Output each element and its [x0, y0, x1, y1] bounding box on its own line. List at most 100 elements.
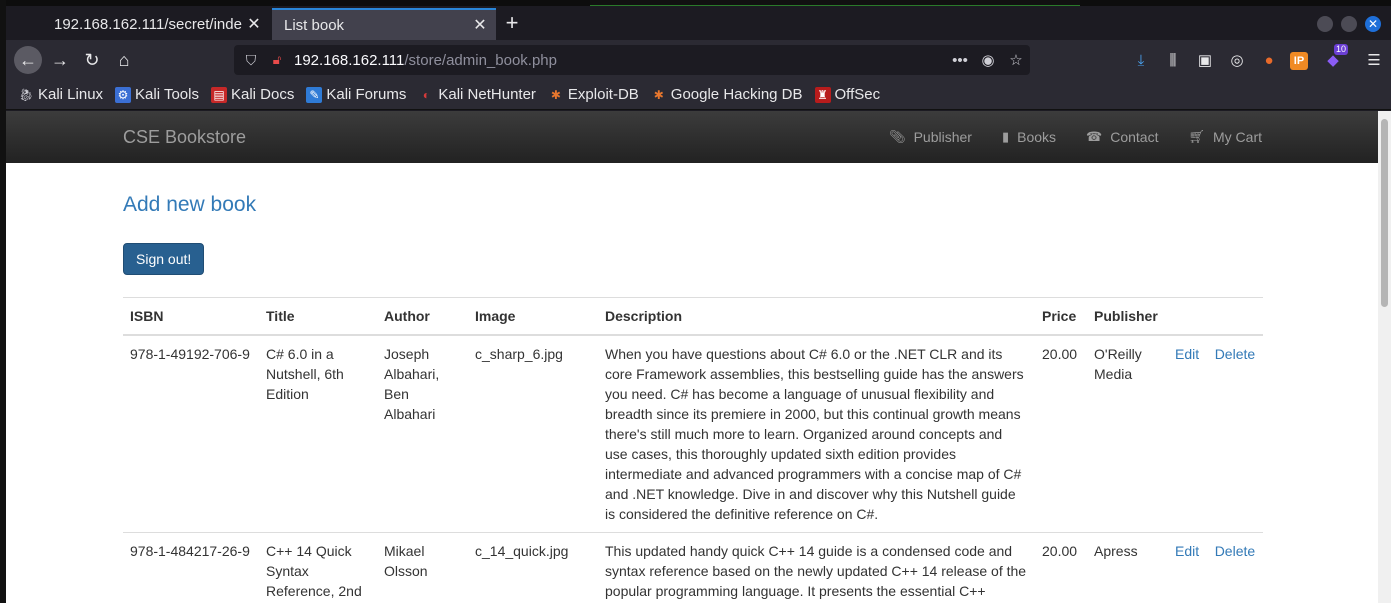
cell-publisher: Apress [1087, 532, 1168, 603]
bookmark-kali-docs[interactable]: ▤ Kali Docs [210, 86, 295, 103]
scrollbar-thumb[interactable] [1381, 119, 1388, 307]
header-author: Author [377, 297, 468, 336]
address-bar[interactable]: ⛉ 🔓︎ 192.168.162.111/store/admin_book.ph… [234, 45, 1030, 75]
delete-link[interactable]: Delete [1215, 543, 1255, 559]
nav-my-cart[interactable]: 🛒︎ My Cart [1188, 129, 1262, 145]
home-button[interactable]: ⌂ [110, 46, 138, 74]
nav-contact[interactable]: ☎ Contact [1086, 129, 1158, 145]
tab-list-book[interactable]: List book ✕ [272, 8, 496, 40]
window-close-button[interactable]: ✕ [1365, 16, 1381, 32]
bookmark-label: Kali Tools [135, 86, 199, 103]
book-icon: ▮ [1001, 129, 1010, 144]
kali-forums-icon: ✎ [306, 86, 323, 103]
bookmark-kali-linux[interactable]: 🐉︎ Kali Linux [18, 86, 103, 103]
table-row: 978-1-484217-26-9 C++ 14 Quick Syntax Re… [123, 532, 1263, 603]
close-tab-icon[interactable]: ✕ [468, 15, 492, 35]
forward-button[interactable]: → [46, 46, 74, 74]
sign-out-button[interactable]: Sign out! [123, 243, 205, 275]
pocket-icon[interactable]: ◉ [974, 51, 1002, 69]
extension-badge-icon[interactable]: ◆ 10 [1322, 44, 1349, 72]
extension-ip-icon[interactable]: IP [1290, 52, 1308, 70]
tab-title: List book [284, 16, 345, 34]
table-header-row: ISBN Title Author Image Description Pric… [123, 297, 1263, 336]
url-path: /store/admin_book.php [404, 51, 557, 69]
nav-label: Publisher [913, 129, 972, 145]
bookmark-label: Kali Docs [230, 86, 295, 103]
maximize-button[interactable] [1341, 16, 1357, 32]
minimize-button[interactable] [1317, 16, 1333, 32]
tracking-shield-icon[interactable]: ⛉ [236, 52, 266, 69]
browser-window: 192.168.162.111/secret/index ✕ List book… [6, 6, 1391, 603]
cell-author: Joseph Albahari, Ben Albahari [377, 334, 468, 533]
ghdb-icon: ✱ [653, 87, 664, 102]
cell-actions: Edit Delete [1168, 334, 1263, 533]
cell-publisher: O'Reilly Media [1087, 334, 1168, 533]
reload-button[interactable]: ↻ [78, 46, 106, 74]
cell-image: c_sharp_6.jpg [468, 334, 598, 533]
tab-secret-index[interactable]: 192.168.162.111/secret/index ✕ [42, 8, 270, 40]
kali-tools-icon: ⚙ [115, 86, 132, 103]
cart-icon: 🛒︎ [1188, 129, 1205, 144]
page-scrollbar[interactable] [1378, 111, 1391, 603]
new-tab-button[interactable]: + [500, 12, 524, 36]
offsec-icon: ♜ [814, 86, 831, 103]
bookmark-label: Kali NetHunter [438, 86, 536, 103]
close-tab-icon[interactable]: ✕ [242, 14, 266, 34]
edit-link[interactable]: Edit [1175, 543, 1199, 559]
url-text[interactable]: 192.168.162.111/store/admin_book.php [288, 52, 946, 69]
library-icon[interactable]: ⫼ [1162, 50, 1184, 72]
phone-icon: ☎ [1086, 129, 1103, 144]
bookmark-label: OffSec [834, 86, 881, 103]
header-actions [1168, 297, 1263, 336]
bookmark-google-hacking-db[interactable]: ✱ Google Hacking DB [651, 86, 803, 103]
cell-isbn: 978-1-49192-706-9 [123, 334, 259, 533]
page-viewport: CSE Bookstore 📎︎ Publisher ▮ Books ☎ Contac… [6, 111, 1378, 603]
tab-bar: 192.168.162.111/secret/index ✕ List book… [6, 6, 1391, 40]
paperclip-icon: 📎︎ [889, 129, 906, 144]
back-button[interactable]: ← [14, 46, 42, 74]
url-host: 192.168.162.111 [294, 51, 405, 69]
header-publisher: Publisher [1087, 297, 1168, 336]
account-icon[interactable]: ◎ [1226, 50, 1248, 72]
insecure-lock-icon[interactable]: 🔓︎ [266, 52, 288, 68]
cell-description: When you have questions about C# 6.0 or … [598, 334, 1035, 533]
nav-publisher[interactable]: 📎︎ Publisher [889, 129, 972, 145]
header-price: Price [1035, 297, 1087, 336]
bookmark-label: Kali Linux [38, 86, 104, 103]
exploit-db-icon: ✱ [550, 87, 561, 102]
header-description: Description [598, 297, 1035, 336]
cell-price: 20.00 [1035, 334, 1087, 533]
sidebar-icon[interactable]: ▣ [1194, 50, 1216, 72]
bookmark-kali-tools[interactable]: ⚙ Kali Tools [115, 86, 199, 103]
bookmark-exploit-db[interactable]: ✱ Exploit-DB [548, 86, 639, 103]
header-image: Image [468, 297, 598, 336]
downloads-icon[interactable]: ⤓ [1130, 50, 1152, 72]
bookmark-offsec[interactable]: ♜ OffSec [814, 86, 881, 103]
bookmark-star-icon[interactable]: ☆ [1002, 51, 1030, 69]
edit-link[interactable]: Edit [1175, 346, 1199, 362]
tab-title: 192.168.162.111/secret/index [54, 15, 242, 33]
delete-link[interactable]: Delete [1215, 346, 1255, 362]
add-new-book-link[interactable]: Add new book [123, 193, 1263, 217]
menu-icon[interactable]: ☰ [1363, 50, 1385, 72]
bookmark-kali-nethunter[interactable]: ◐ Kali NetHunter [418, 86, 536, 103]
bookmark-label: Google Hacking DB [670, 86, 803, 103]
kali-docs-icon: ▤ [210, 86, 227, 103]
nav-books[interactable]: ▮ Books [1002, 129, 1056, 145]
books-table: ISBN Title Author Image Description Pric… [123, 297, 1263, 603]
nav-label: My Cart [1213, 129, 1262, 145]
kali-dragon-icon: 🐉︎ [18, 87, 34, 102]
bookmark-label: Kali Forums [326, 86, 407, 103]
cell-price: 20.00 [1035, 532, 1087, 603]
bookmarks-toolbar: 🐉︎ Kali Linux ⚙ Kali Tools ▤ Kali Docs ✎ Kal… [6, 80, 1391, 110]
nav-label: Books [1017, 129, 1057, 145]
site-brand[interactable]: CSE Bookstore [123, 127, 246, 148]
extension-fox-icon[interactable]: ● [1258, 50, 1280, 72]
page-actions-icon[interactable]: ••• [946, 52, 974, 69]
bookmark-kali-forums[interactable]: ✎ Kali Forums [306, 86, 406, 103]
main-container: Add new book Sign out! ISBN Title Author… [123, 163, 1263, 603]
nethunter-icon: ◐ [422, 87, 430, 102]
navigation-toolbar: ← → ↻ ⌂ ⛉ 🔓︎ 192.168.162.111/store/admin… [6, 40, 1391, 80]
cell-title: C# 6.0 in a Nutshell, 6th Edition [259, 334, 377, 533]
cell-actions: Edit Delete [1168, 532, 1263, 603]
